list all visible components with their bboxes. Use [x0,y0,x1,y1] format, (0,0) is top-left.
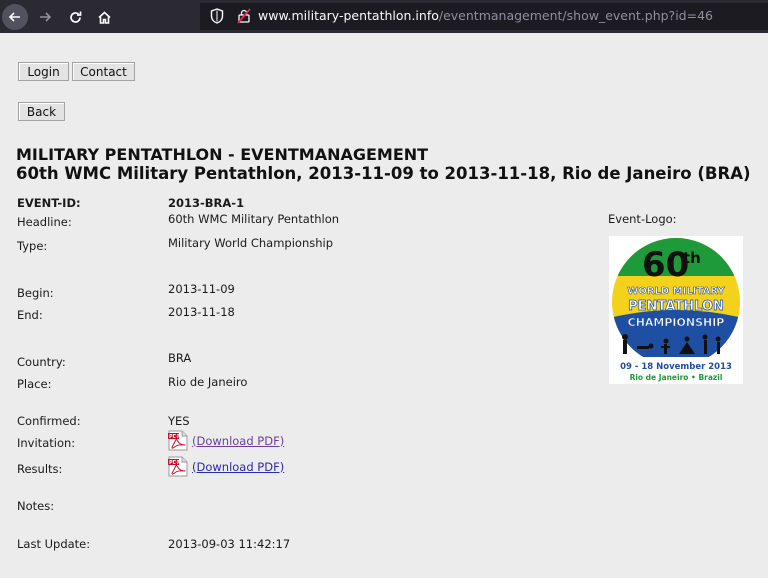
end-label: End: [17,308,43,322]
shield-icon[interactable] [210,8,224,28]
svg-text:PDF: PDF [169,434,180,440]
reload-icon[interactable] [62,4,88,30]
event-logo-label: Event-Logo: [608,212,677,226]
contact-button[interactable]: Contact [72,62,135,81]
country-value: BRA [168,351,192,365]
url-path: /eventmanagement/show_event.php?id=46 [438,8,713,23]
url-host: www.military-pentathlon.info [258,8,439,23]
headline-value: 60th WMC Military Pentathlon [168,212,340,226]
begin-label: Begin: [17,286,54,300]
logo-line1: WORLD MILITARY [627,286,725,297]
notes-label: Notes: [17,499,55,513]
last-update-value: 2013-09-03 11:42:17 [168,537,291,551]
logo-place: Rio de Janeiro • Brazil [630,373,723,382]
url-text[interactable]: www.military-pentathlon.info/eventmanage… [258,8,713,23]
results-download[interactable]: PDF (Download PDF) [168,456,284,477]
type-label: Type: [17,239,48,253]
invitation-label: Invitation: [17,436,76,450]
back-button[interactable]: Back [18,102,65,121]
confirmed-value: YES [168,414,190,428]
logo-line2: PENTATHLON [628,299,724,314]
svg-text:PDF: PDF [169,460,180,466]
results-label: Results: [17,462,63,476]
back-arrow-icon[interactable] [2,4,28,30]
event-id-value: 2013-BRA-1 [168,196,245,210]
insecure-lock-icon[interactable] [237,8,251,28]
home-icon[interactable] [91,4,117,30]
confirmed-label: Confirmed: [17,414,81,428]
pdf-icon: PDF [168,430,188,451]
logo-line3: CHAMPIONSHIP [628,316,725,329]
end-value: 2013-11-18 [168,305,235,319]
event-title: 60th WMC Military Pentathlon, 2013-11-09… [16,164,751,183]
login-button[interactable]: Login [18,62,69,81]
logo-dates: 09 - 18 November 2013 [620,362,732,372]
pdf-icon: PDF [168,456,188,477]
browser-toolbar: www.military-pentathlon.info/eventmanage… [0,0,768,33]
begin-value: 2013-11-09 [168,282,235,296]
event-logo: 60 th WORLD MILITARY PENTATHLON CHAMPION… [609,236,743,384]
results-pdf-link[interactable]: (Download PDF) [192,460,284,474]
forward-arrow-icon[interactable] [32,4,58,30]
logo-superscript: th [683,249,701,267]
address-bar[interactable]: www.military-pentathlon.info/eventmanage… [200,3,768,30]
place-value: Rio de Janeiro [168,375,248,389]
type-value: Military World Championship [168,236,334,250]
page-title: MILITARY PENTATHLON - EVENTMANAGEMENT [16,145,429,164]
last-update-label: Last Update: [17,537,91,551]
invitation-download[interactable]: PDF (Download PDF) [168,430,284,451]
country-label: Country: [17,355,66,369]
headline-label: Headline: [17,215,72,229]
event-id-label: EVENT-ID: [17,196,81,210]
invitation-pdf-link[interactable]: (Download PDF) [192,434,284,448]
place-label: Place: [17,377,52,391]
